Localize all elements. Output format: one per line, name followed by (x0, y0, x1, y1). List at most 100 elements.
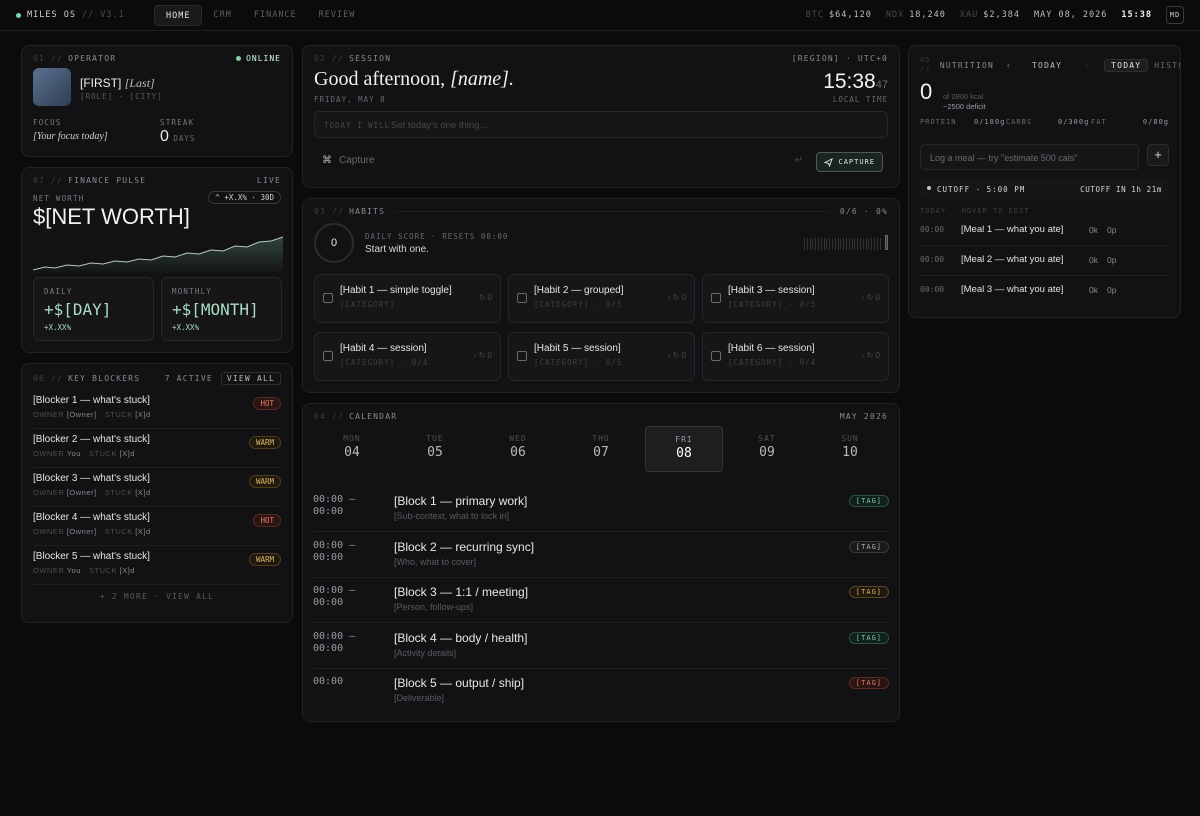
day-number: 08 (676, 446, 692, 461)
habit-title: [Habit 3 — session] (728, 285, 815, 296)
habit-item[interactable]: [Habit 2 — grouped] [CATEGORY] · 0/3 › ↻ 0 (508, 274, 695, 323)
habit-checkbox[interactable] (517, 293, 527, 303)
history-bar (804, 238, 805, 250)
habit-item[interactable]: [Habit 1 — simple toggle] [CATEGORY] ↻ 0 (314, 274, 501, 323)
history-bar (848, 238, 850, 250)
streak-unit: DAYS (173, 134, 196, 143)
view-all-button[interactable]: VIEW ALL (220, 372, 281, 385)
day-nav-label: TODAY (1032, 60, 1063, 70)
protein-value: 0/180g (974, 118, 1006, 126)
calendar-event[interactable]: 00:00 — 00:00 [Block 3 — 1:1 / meeting] [P… (313, 577, 889, 623)
meal-time: 00:00 (920, 255, 945, 264)
day-number: 04 (344, 445, 360, 460)
blocker-meta: OWNER [Owner] · STUCK [X]d (33, 488, 151, 497)
day-name: MON (343, 434, 361, 443)
card-title: SESSION (349, 54, 392, 63)
blocker-item[interactable]: [Blocker 4 — what's stuck] OWNER [Owner] … (33, 508, 281, 546)
blocker-stuck: [X]d (135, 527, 151, 536)
cutoff-bar: CUTOFF · 5:00 PM CUTOFF IN 1h 21m (920, 179, 1169, 199)
day-sun[interactable]: SUN 10 (811, 426, 889, 472)
day-sat[interactable]: SAT 09 (728, 426, 806, 472)
blocker-item[interactable]: [Blocker 2 — what's stuck] OWNER You · ST… (33, 430, 281, 468)
event-time: 00:00 — 00:00 (313, 494, 356, 517)
topbar-date: MAY 08, 2026 (1033, 10, 1108, 20)
history-bar (812, 238, 814, 250)
next-day-button[interactable]: › (1084, 61, 1090, 70)
meal-item[interactable]: 00:00 [Meal 3 — what you ate] 0k 0p (920, 276, 1169, 306)
meal-log-input[interactable]: Log a meal — try "estimate 500 cals" (920, 144, 1139, 170)
habit-item[interactable]: [Habit 4 — session] [CATEGORY] · 0/4 › ↻ 0 (314, 332, 501, 381)
meal-item[interactable]: 00:00 [Meal 2 — what you ate] 0k 0p (920, 246, 1169, 276)
operator-card: 01 // OPERATOR ONLINE [FIRST] [Last] [RO… (21, 45, 293, 157)
blocker-item[interactable]: [Blocker 5 — what's stuck] OWNER You · ST… (33, 547, 281, 585)
habit-item[interactable]: [Habit 3 — session] [CATEGORY] · 0/5 › ↻ 0 (702, 274, 889, 323)
tab-finance[interactable]: FINANCE (243, 5, 308, 26)
status-badge: WARM (248, 436, 281, 449)
blocker-item[interactable]: [Blocker 1 — what's stuck] OWNER [Owner] … (33, 391, 281, 429)
day-tue[interactable]: TUE 05 (396, 426, 474, 472)
day-fri[interactable]: FRI 08 (645, 426, 723, 472)
history-bar (862, 238, 864, 250)
habit-checkbox[interactable] (323, 293, 333, 303)
operator-avatar[interactable] (33, 68, 71, 106)
tab-history[interactable]: HISTO (1154, 61, 1180, 70)
meal-item[interactable]: 00:00 [Meal 1 — what you ate] 0k 0p (920, 216, 1169, 246)
prev-day-button[interactable]: ‹ (1006, 61, 1012, 70)
more-blockers-link[interactable]: + 2 MORE · VIEW ALL (33, 592, 281, 601)
cutoff-countdown: CUTOFF IN 1h 21m (1080, 185, 1162, 194)
card-number: 01 // (33, 54, 64, 63)
add-meal-button[interactable]: + (1147, 144, 1169, 166)
status-badge: HOT (253, 397, 281, 410)
habit-item[interactable]: [Habit 5 — session] [CATEGORY] · 0/5 › ↻ 0 (508, 332, 695, 381)
calendar-event[interactable]: 00:00 — 00:00 [Block 4 — body / health] [A… (313, 623, 889, 669)
card-title: FINANCE PULSE (68, 176, 147, 185)
user-avatar[interactable]: MD (1166, 6, 1184, 24)
capture-button-label: CAPTURE (838, 158, 875, 166)
tab-review[interactable]: REVIEW (308, 5, 367, 26)
tab-crm[interactable]: CRM (202, 5, 242, 26)
habit-item[interactable]: [Habit 6 — session] [CATEGORY] · 0/4 › ↻ 0 (702, 332, 889, 381)
today-will-input[interactable]: TODAY I WILL Set today's one thing... (314, 111, 888, 138)
calendar-event[interactable]: 00:00 [Block 5 — output / ship] [Deliverab… (313, 668, 889, 714)
today-will-label: TODAY I WILL (324, 121, 391, 130)
cutoff-time: CUTOFF · 5:00 PM (937, 185, 1026, 194)
blocker-meta: OWNER [Owner] · STUCK [X]d (33, 527, 151, 536)
blocker-stuck: [X]d (119, 449, 135, 458)
event-title: [Block 3 — 1:1 / meeting] (394, 585, 529, 599)
habit-checkbox[interactable] (711, 293, 721, 303)
history-bar (843, 238, 844, 250)
habit-streak: › ↻ 0 (473, 351, 492, 360)
tab-today[interactable]: TODAY (1104, 58, 1149, 72)
card-number: 04 // (314, 412, 345, 421)
day-number: 07 (593, 445, 609, 460)
meal-kcal: 0k (1089, 285, 1098, 295)
day-wed[interactable]: WED 06 (479, 426, 557, 472)
tab-home[interactable]: HOME (154, 5, 203, 26)
habit-checkbox[interactable] (517, 351, 527, 361)
habit-checkbox[interactable] (323, 351, 333, 361)
day-mon[interactable]: MON 04 (313, 426, 391, 472)
history-bar (865, 238, 867, 250)
capture-input[interactable]: Capture (339, 155, 375, 166)
capture-button[interactable]: CAPTURE (816, 152, 883, 172)
habit-streak: › ↻ 0 (667, 293, 686, 302)
event-subtitle: [Activity details] (394, 647, 457, 658)
change-badge: ^ +X.X% · 30D (208, 191, 281, 204)
calendar-event[interactable]: 00:00 — 00:00 [Block 2 — recurring sync] [… (313, 532, 889, 578)
habit-checkbox[interactable] (711, 351, 721, 361)
habit-category: [CATEGORY] · 0/4 (728, 358, 817, 367)
event-subtitle: [Deliverable] (394, 693, 445, 703)
calendar-event[interactable]: 00:00 — 00:00 [Block 1 — primary work] [Su… (313, 486, 889, 532)
focus-value[interactable]: [Your focus today] (33, 131, 108, 142)
brand[interactable]: MILES OS // V3.1 (16, 10, 125, 20)
card-number: 06 // (33, 374, 64, 383)
event-time: 00:00 — 00:00 (313, 585, 356, 608)
day-thu[interactable]: THU 07 (562, 426, 640, 472)
history-bar (851, 238, 853, 250)
history-bar (837, 238, 839, 250)
card-title: HABITS (349, 207, 386, 216)
meal-protein: 0p (1107, 285, 1117, 295)
clock-seconds: 47 (875, 79, 888, 91)
blocker-item[interactable]: [Blocker 3 — what's stuck] OWNER [Owner] … (33, 469, 281, 507)
habit-category: [CATEGORY] · 0/4 (340, 358, 429, 367)
